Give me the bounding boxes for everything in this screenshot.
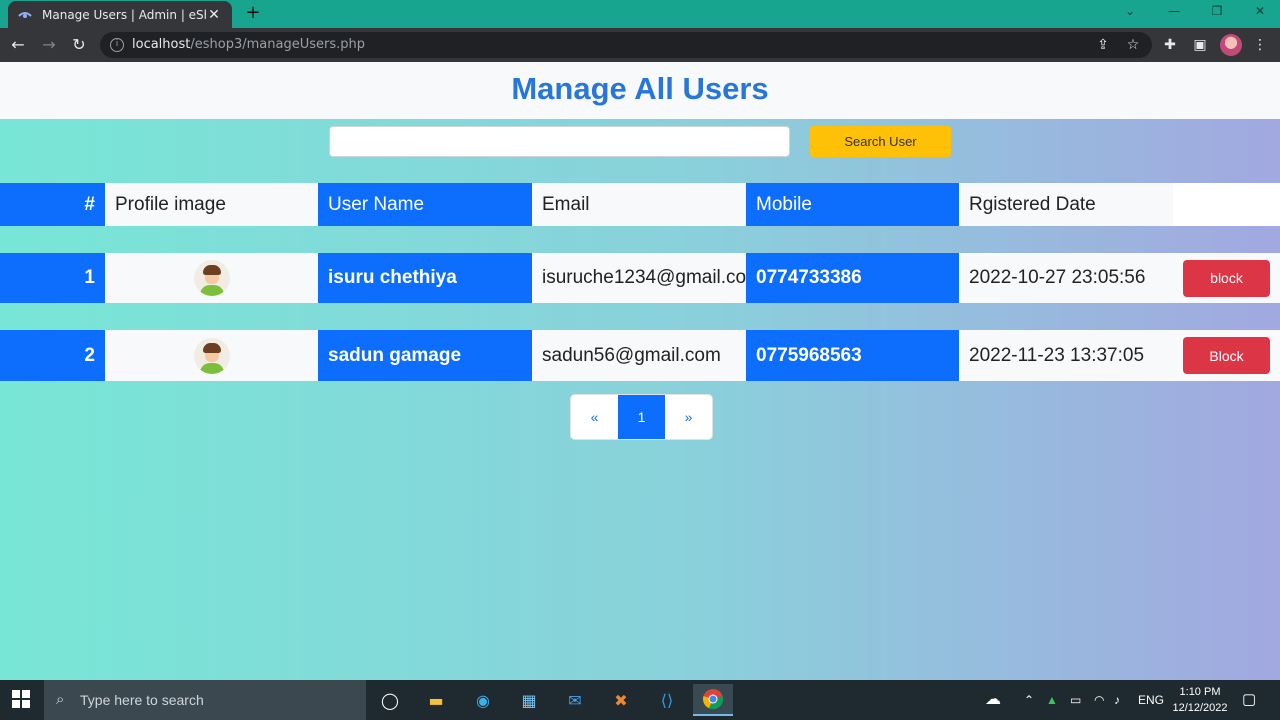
user-name: isuru chethiya (318, 253, 532, 303)
bookmark-star-icon[interactable]: ☆ (1123, 35, 1143, 55)
page-title: Manage All Users (511, 71, 769, 106)
block-user-button[interactable]: Block (1183, 337, 1270, 374)
col-header-profile-image: Profile image (105, 183, 318, 226)
task-view-icon[interactable]: ◯ (370, 684, 410, 716)
user-avatar[interactable] (193, 260, 230, 296)
url-path: /eshop3/manageUsers.php (190, 37, 365, 52)
restore-icon[interactable]: ❐ (1197, 0, 1237, 22)
user-name: sadun gamage (318, 330, 532, 381)
tab-strip: Manage Users | Admin | eShop ✕ + ⌄ — ❐ ✕ (0, 0, 1280, 28)
search-icon: ⌕ (56, 691, 65, 708)
taskbar: ⌕ Type here to search ◯ ▬ ◉ ▦ ✉ ✖ ⟨⟩ ☁ ⌃… (0, 680, 1280, 720)
language-indicator[interactable]: ENG (1138, 680, 1164, 720)
share-icon[interactable]: ⇪ (1093, 35, 1113, 55)
col-header-number: # (0, 183, 105, 226)
reload-icon[interactable]: ↻ (68, 34, 90, 56)
mail-icon[interactable]: ✉ (555, 684, 595, 716)
page-content: Manage All Users Search User # Profile i… (0, 62, 1280, 680)
clock-date: 12/12/2022 (1172, 702, 1228, 714)
row-number: 1 (0, 253, 105, 303)
col-header-action (1173, 183, 1280, 226)
menu-kebab-icon[interactable]: ⋮ (1250, 35, 1270, 55)
pagination-next[interactable]: » (665, 395, 712, 439)
store-icon[interactable]: ▦ (509, 684, 549, 716)
user-avatar[interactable] (193, 337, 230, 374)
taskbar-search-placeholder: Type here to search (80, 692, 204, 708)
chrome-icon[interactable] (693, 684, 733, 716)
profile-image-cell (105, 253, 318, 303)
search-user-button[interactable]: Search User (810, 126, 951, 157)
profile-image-cell (105, 330, 318, 381)
col-header-user-name: User Name (318, 183, 532, 226)
block-user-button[interactable]: block (1183, 259, 1270, 297)
forward-icon[interactable]: → (38, 34, 60, 56)
col-header-registered-date: Rgistered Date (959, 183, 1173, 226)
new-tab-icon[interactable]: + (243, 3, 263, 23)
clock-time: 1:10 PM (1179, 686, 1221, 698)
url-host: localhost (132, 37, 191, 52)
row-number: 2 (0, 330, 105, 381)
browser-tab[interactable]: Manage Users | Admin | eShop ✕ (8, 1, 232, 28)
pagination: « 1 » (570, 394, 713, 440)
xampp-icon[interactable]: ✖ (601, 684, 641, 716)
close-tab-icon[interactable]: ✕ (206, 7, 222, 23)
minimize-icon[interactable]: — (1154, 0, 1194, 22)
user-mobile: 0775968563 (746, 330, 959, 381)
notifications-icon[interactable]: ▢ (1242, 680, 1256, 720)
address-bar[interactable]: i localhost/eshop3/manageUsers.php (100, 32, 1152, 58)
onedrive-icon[interactable]: ☁ (985, 680, 1001, 720)
tab-search-icon[interactable]: ⌄ (1110, 0, 1150, 22)
user-registered-date: 2022-10-27 23:05:56 (959, 253, 1173, 303)
user-mobile: 0774733386 (746, 253, 959, 303)
close-window-icon[interactable]: ✕ (1240, 0, 1280, 22)
clock[interactable]: 1:10 PM 12/12/2022 (1168, 684, 1232, 716)
windows-start-icon[interactable] (12, 690, 30, 708)
wifi-icon[interactable]: ◠ (1094, 680, 1104, 720)
col-header-mobile: Mobile (746, 183, 959, 226)
side-panel-icon[interactable]: ▣ (1190, 35, 1210, 55)
user-registered-date: 2022-11-23 13:37:05 (959, 330, 1173, 381)
table-header: # Profile image User Name Email Mobile R… (0, 183, 1280, 226)
tab-title: Manage Users | Admin | eShop (42, 7, 206, 22)
battery-icon[interactable]: ▭ (1070, 680, 1081, 720)
browser-toolbar: ← → ↻ i localhost/eshop3/manageUsers.php… (0, 28, 1280, 62)
nvidia-icon[interactable]: ▲ (1046, 680, 1058, 720)
taskbar-search[interactable]: ⌕ Type here to search (44, 680, 366, 720)
show-hidden-icons-icon[interactable]: ⌃ (1024, 680, 1034, 720)
action-cell: block (1173, 253, 1280, 303)
file-explorer-icon[interactable]: ▬ (416, 684, 456, 716)
user-email: isuruche1234@gmail.com (532, 253, 746, 303)
back-icon[interactable]: ← (7, 34, 29, 56)
action-cell: Block (1173, 330, 1280, 381)
page-header: Manage All Users (0, 62, 1280, 119)
profile-avatar[interactable] (1220, 34, 1242, 56)
eshop-favicon-icon (18, 11, 32, 18)
user-email: sadun56@gmail.com (532, 330, 746, 381)
vscode-icon[interactable]: ⟨⟩ (647, 684, 687, 716)
table-row: 2 sadun gamage sadun56@gmail.com 0775968… (0, 330, 1280, 381)
edge-icon[interactable]: ◉ (463, 684, 503, 716)
site-info-icon[interactable]: i (110, 38, 124, 52)
pagination-prev[interactable]: « (571, 395, 618, 439)
search-input[interactable] (329, 126, 790, 157)
table-row: 1 isuru chethiya isuruche1234@gmail.com … (0, 253, 1280, 303)
volume-icon[interactable]: ♪ (1114, 680, 1120, 720)
col-header-email: Email (532, 183, 746, 226)
chrome-logo-icon (703, 689, 724, 710)
extensions-icon[interactable]: ✚ (1160, 35, 1180, 55)
pagination-page[interactable]: 1 (618, 395, 665, 439)
